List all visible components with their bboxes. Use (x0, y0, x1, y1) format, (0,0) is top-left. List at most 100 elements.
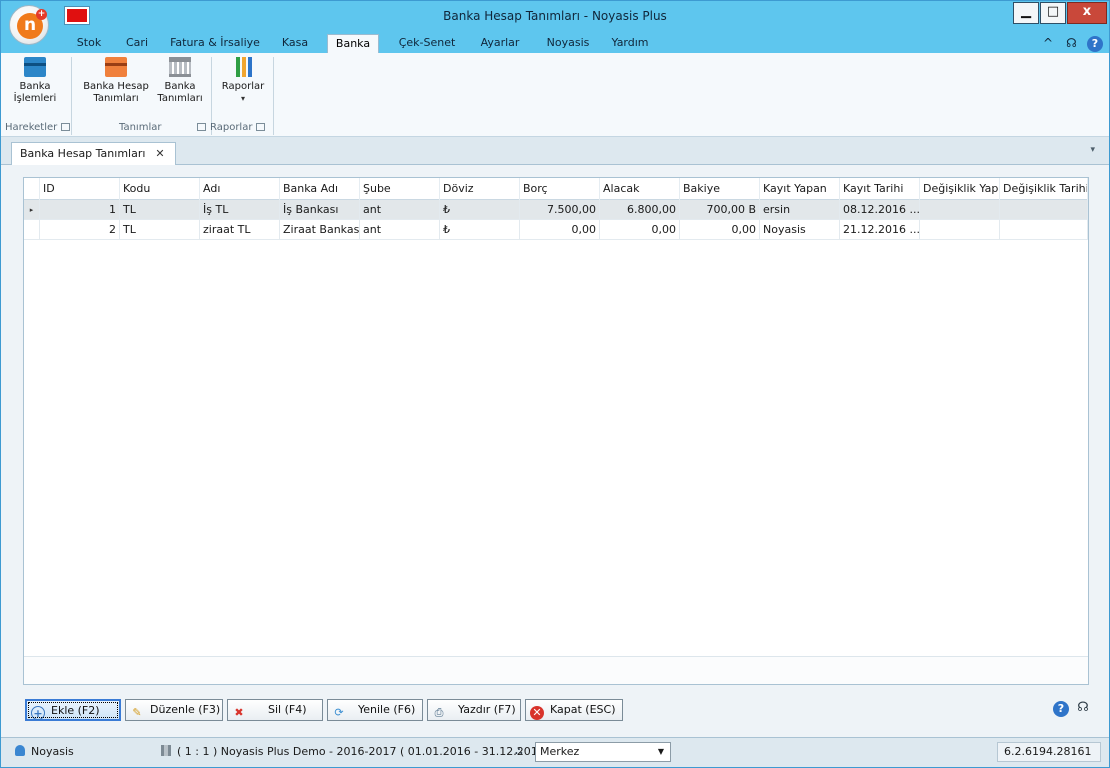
cell-kayit-yapan[interactable]: Noyasis (760, 220, 840, 240)
help-icon[interactable]: ? (1087, 36, 1103, 52)
column-header-adi[interactable]: Adı (200, 178, 280, 200)
banka-islemleri-button[interactable]: Banka İşlemleri (7, 57, 63, 105)
cell-adi[interactable]: İş TL (200, 200, 280, 220)
card-icon (24, 57, 46, 77)
add-button[interactable]: + Ekle (F2) (25, 699, 121, 721)
cell-adi[interactable]: ziraat TL (200, 220, 280, 240)
column-header-id[interactable]: ID (40, 178, 120, 200)
cell-degisiklik-tarihi[interactable] (1000, 220, 1088, 240)
column-header-banka-adi[interactable]: Banka Adı (280, 178, 360, 200)
tab-cek-senet[interactable]: Çek-Senet (393, 34, 461, 54)
tab-ayarlar[interactable]: Ayarlar (475, 34, 525, 54)
table-row[interactable]: ▸ 1 TL İş TL İş Bankası ant ₺ 7.500,00 6… (24, 200, 1088, 220)
column-header-degisiklik-yapan[interactable]: Değişiklik Yapan (920, 178, 1000, 200)
tab-stok[interactable]: Stok (71, 34, 107, 54)
cell-kayit-tarihi[interactable]: 08.12.2016 ... (840, 200, 920, 220)
doc-tab-banka-hesap-tanimlari[interactable]: Banka Hesap Tanımları ✕ (11, 142, 176, 166)
cell-bakiye[interactable]: 0,00 (680, 220, 760, 240)
column-header-borc[interactable]: Borç (520, 178, 600, 200)
column-header-kayit-yapan[interactable]: Kayıt Yapan (760, 178, 840, 200)
ribbon-right-controls: ^ ☊ ? (1036, 35, 1103, 52)
cell-sube[interactable]: ant (360, 200, 440, 220)
close-circle-icon: ✕ (530, 706, 544, 720)
close-window-button[interactable]: x (1067, 2, 1107, 24)
banka-hesap-tanimlari-line1: Banka Hesap (83, 81, 149, 92)
cell-degisiklik-yapan[interactable] (920, 220, 1000, 240)
tab-fatura-irsaliye[interactable]: Fatura & İrsaliye (169, 34, 261, 54)
app-menu-button[interactable]: n + (9, 5, 49, 45)
cell-kayit-tarihi[interactable]: 21.12.2016 ... (840, 220, 920, 240)
app-logo-plus-icon: + (36, 9, 47, 20)
status-user-name: Noyasis (31, 745, 74, 758)
minimize-button[interactable]: ▁ (1013, 2, 1039, 24)
cell-alacak[interactable]: 0,00 (600, 220, 680, 240)
branch-select[interactable]: Merkez ▼ (535, 742, 671, 762)
banka-hesap-tanimlari-button[interactable]: Banka Hesap Tanımları (81, 57, 151, 105)
cell-kodu[interactable]: TL (120, 220, 200, 240)
cell-borc[interactable]: 0,00 (520, 220, 600, 240)
maximize-button[interactable]: □ (1040, 2, 1066, 24)
raporlar-button[interactable]: Raporlar ▾ (215, 57, 271, 105)
tab-yardim[interactable]: Yardım (607, 34, 653, 54)
column-header-alacak[interactable]: Alacak (600, 178, 680, 200)
close-tab-icon[interactable]: ✕ (155, 147, 164, 160)
edit-button-label: Düzenle (F3) (150, 703, 221, 716)
refresh-button[interactable]: ⟳ Yenile (F6) (327, 699, 423, 721)
add-icon: + (31, 706, 45, 720)
column-header-kayit-tarihi[interactable]: Kayıt Tarihi (840, 178, 920, 200)
cell-bakiye[interactable]: 700,00 B (680, 200, 760, 220)
delete-button[interactable]: ✖ Sil (F4) (227, 699, 323, 721)
table-row[interactable]: 2 TL ziraat TL Ziraat Bankası ant ₺ 0,00… (24, 220, 1088, 240)
cell-degisiklik-yapan[interactable] (920, 200, 1000, 220)
banka-tanimlari-button[interactable]: Banka Tanımları (153, 57, 207, 105)
print-button[interactable]: ⎙ Yazdır (F7) (427, 699, 521, 721)
cell-kayit-yapan[interactable]: ersin (760, 200, 840, 220)
help-icon[interactable]: ? (1053, 701, 1069, 717)
grid-header: ID Kodu Adı Banka Adı Şube Döviz Borç Al… (24, 178, 1088, 200)
tab-banka[interactable]: Banka (327, 34, 379, 54)
cell-doviz[interactable]: ₺ (440, 220, 520, 240)
banka-hesap-tanimlari-line2: Tanımları (93, 93, 139, 104)
cell-id[interactable]: 2 (40, 220, 120, 240)
close-form-button[interactable]: ✕ Kapat (ESC) (525, 699, 623, 721)
dialog-launcher-icon[interactable] (61, 123, 71, 131)
tab-cari[interactable]: Cari (121, 34, 153, 54)
chart-icon (232, 57, 254, 77)
tab-overflow-icon[interactable]: ▾ (1090, 145, 1095, 155)
cell-alacak[interactable]: 6.800,00 (600, 200, 680, 220)
group-label-hareketler: Hareketler (5, 122, 71, 133)
group-label-tanimlar: Tanımlar (119, 122, 161, 133)
support-headset-icon[interactable]: ☊ (1075, 700, 1091, 716)
tab-kasa[interactable]: Kasa (277, 34, 313, 54)
status-company-period: ( 1 : 1 ) Noyasis Plus Demo - 2016-2017 … (161, 745, 552, 758)
cell-id[interactable]: 1 (40, 200, 120, 220)
main-panel: ID Kodu Adı Banka Adı Şube Döviz Borç Al… (1, 165, 1109, 737)
group-tanimlar-text: Tanımlar (119, 122, 162, 133)
dialog-launcher-icon[interactable] (256, 123, 266, 131)
cell-banka-adi[interactable]: Ziraat Bankası (280, 220, 360, 240)
column-header-degisiklik-tarihi[interactable]: Değişiklik Tarihi (1000, 178, 1088, 200)
cell-kodu[interactable]: TL (120, 200, 200, 220)
support-headset-icon[interactable]: ☊ (1064, 35, 1080, 51)
print-button-label: Yazdır (F7) (458, 703, 516, 716)
cell-borc[interactable]: 7.500,00 (520, 200, 600, 220)
status-info-text: ( 1 : 1 ) Noyasis Plus Demo - 2016-2017 … (177, 745, 553, 758)
row-indicator-icon: ▸ (24, 200, 40, 220)
group-hareketler-text: Hareketler (5, 122, 58, 133)
cell-banka-adi[interactable]: İş Bankası (280, 200, 360, 220)
column-header-kodu[interactable]: Kodu (120, 178, 200, 200)
column-header-sube[interactable]: Şube (360, 178, 440, 200)
tab-noyasis[interactable]: Noyasis (541, 34, 595, 54)
bank-accounts-grid[interactable]: ID Kodu Adı Banka Adı Şube Döviz Borç Al… (23, 177, 1089, 685)
cell-degisiklik-tarihi[interactable] (1000, 200, 1088, 220)
edit-button[interactable]: ✎ Düzenle (F3) (125, 699, 223, 721)
column-header-doviz[interactable]: Döviz (440, 178, 520, 200)
refresh-button-label: Yenile (F6) (358, 703, 416, 716)
cell-doviz[interactable]: ₺ (440, 200, 520, 220)
row-indicator-cell (24, 220, 40, 240)
banka-islemleri-line2: İşlemleri (13, 93, 57, 104)
cell-sube[interactable]: ant (360, 220, 440, 240)
column-header-bakiye[interactable]: Bakiye (680, 178, 760, 200)
dialog-launcher-icon[interactable] (197, 123, 206, 131)
collapse-ribbon-icon[interactable]: ^ (1040, 35, 1056, 51)
